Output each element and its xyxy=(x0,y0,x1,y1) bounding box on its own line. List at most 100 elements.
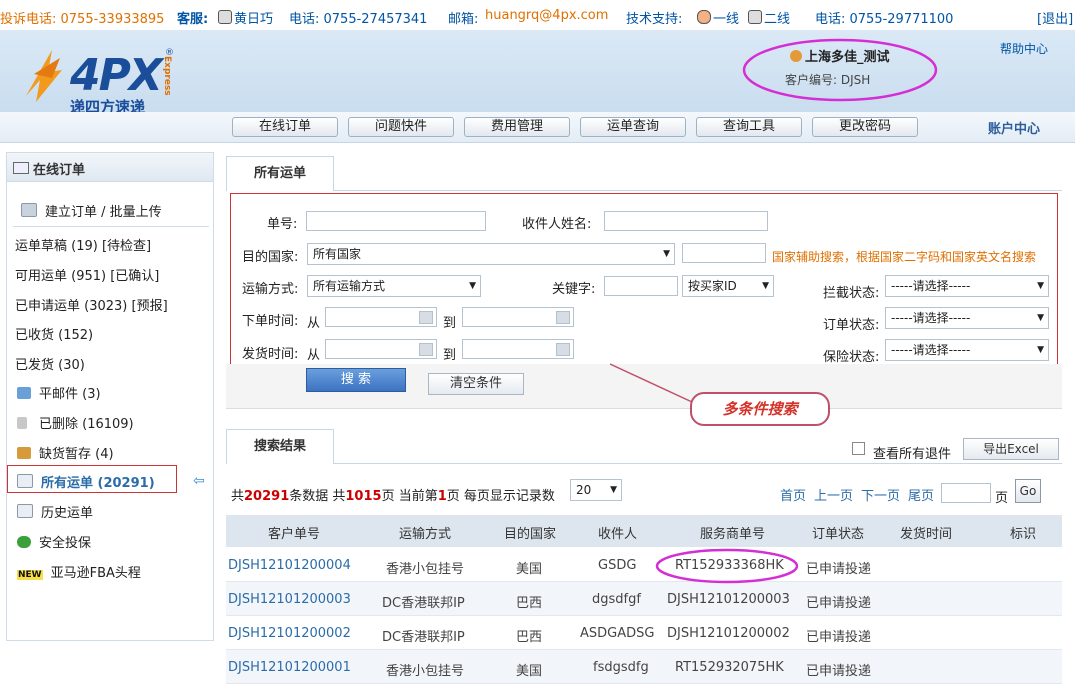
last-page-link[interactable]: 尾页 xyxy=(908,485,934,504)
dropdown-arrow-icon: ▼ xyxy=(1037,345,1044,355)
table-row[interactable]: DJSH12101200003 DC香港联邦IP 巴西 dgsdfgf DJSH… xyxy=(226,582,1062,616)
customer-no-link[interactable]: DJSH12101200001 xyxy=(228,660,351,675)
search-button[interactable]: 搜 索 xyxy=(306,368,406,392)
clear-conditions-button[interactable]: 清空条件 xyxy=(428,373,524,395)
col-dest-country[interactable]: 目的国家 xyxy=(504,523,556,542)
col-order-status[interactable]: 订单状态 xyxy=(812,523,864,542)
order-time-to-input[interactable] xyxy=(462,307,574,327)
nav-online-order[interactable]: 在线订单 xyxy=(232,117,338,137)
order-status-select[interactable]: -----请选择----- ▼ xyxy=(885,307,1049,329)
order-status-cell: 已申请投递 xyxy=(806,562,872,577)
customer-no-link[interactable]: DJSH12101200003 xyxy=(228,592,351,607)
col-customer-no[interactable]: 客户单号 xyxy=(268,523,320,542)
sidebar-create-order[interactable]: 建立订单 / 批量上传 xyxy=(21,201,162,220)
dest-country-select[interactable]: 所有国家 ▼ xyxy=(307,243,675,265)
ship-time-label: 发货时间: xyxy=(242,347,299,362)
sidebar-title: 在线订单 xyxy=(7,153,213,182)
order-time-from-label: 从 xyxy=(307,316,321,331)
page-number-input[interactable] xyxy=(941,483,991,503)
nav-query-tools[interactable]: 查询工具 xyxy=(696,117,802,137)
tab-all-waybills[interactable]: 所有运单 xyxy=(226,156,334,191)
intercept-status-select[interactable]: -----请选择----- ▼ xyxy=(885,275,1049,297)
sidebar-item-history[interactable]: 历史运单 xyxy=(17,502,93,521)
order-time-from-input[interactable] xyxy=(325,307,437,327)
sidebar-item-applied[interactable]: 已申请运单 (3023) [预报] xyxy=(15,295,168,314)
logo: 4PX ® Express 递四方速递 xyxy=(22,44,182,116)
ship-method-cell: DC香港联邦IP xyxy=(382,630,465,645)
go-button[interactable]: Go xyxy=(1015,479,1041,503)
arrow-left-icon: ⇦ xyxy=(193,473,205,489)
table-row[interactable]: DJSH12101200001 香港小包挂号 美国 fsdgsdfg RT152… xyxy=(226,650,1062,684)
service-contact[interactable]: 黄日巧 xyxy=(218,8,273,27)
calendar-icon xyxy=(419,311,433,324)
table-row[interactable]: DJSH12101200004 香港小包挂号 美国 GSDG RT1529333… xyxy=(226,548,1062,582)
ship-method-cell: 香港小包挂号 xyxy=(386,562,465,577)
sidebar-item-insurance[interactable]: 安全投保 xyxy=(17,532,91,551)
sidebar-item-draft[interactable]: 运单草稿 (19) [待检查] xyxy=(15,235,151,254)
col-recipient[interactable]: 收件人 xyxy=(598,523,637,542)
export-excel-button[interactable]: 导出Excel xyxy=(963,438,1059,460)
nav-waybill-query[interactable]: 运单查询 xyxy=(580,117,686,137)
customer-no-link[interactable]: DJSH12101200004 xyxy=(228,558,351,573)
insurance-status-select[interactable]: -----请选择----- ▼ xyxy=(885,339,1049,361)
col-ship-method[interactable]: 运输方式 xyxy=(399,523,451,542)
carrier-no-cell: DJSH12101200002 xyxy=(667,626,790,641)
tech-line2[interactable]: 二线 xyxy=(748,8,790,27)
recipient-input[interactable] xyxy=(604,211,768,231)
customer-no-link[interactable]: DJSH12101200002 xyxy=(228,626,351,641)
col-ship-time[interactable]: 发货时间 xyxy=(900,523,952,542)
sidebar-item-shipped[interactable]: 已发货 (30) xyxy=(15,354,85,373)
ship-time-to-input[interactable] xyxy=(462,339,574,359)
col-flag[interactable]: 标识 xyxy=(1010,523,1036,542)
per-page-select[interactable]: 20 ▼ xyxy=(570,479,622,501)
order-time-to-label: 到 xyxy=(443,316,457,331)
tech-support-label: 技术支持: xyxy=(626,12,683,27)
service-phone: 电话: 0755-27457341 xyxy=(289,12,428,27)
prev-page-link[interactable]: 上一页 xyxy=(814,485,853,504)
sidebar: 在线订单 建立订单 / 批量上传 运单草稿 (19) [待检查] 可用运单 (9… xyxy=(6,152,214,641)
show-returns-checkbox[interactable] xyxy=(852,442,865,455)
sidebar-item-received[interactable]: 已收货 (152) xyxy=(15,324,93,343)
recipient-cell: fsdgsdfg xyxy=(593,660,649,675)
order-no-input[interactable] xyxy=(306,211,486,231)
tech-line1[interactable]: 一线 xyxy=(697,8,739,27)
sidebar-item-surface-mail[interactable]: 平邮件 (3) xyxy=(17,383,101,402)
first-page-link[interactable]: 首页 xyxy=(780,485,806,504)
ship-method-select[interactable]: 所有运输方式 ▼ xyxy=(307,275,481,297)
highlight-ellipse xyxy=(742,38,938,102)
country-search-hint: 国家辅助搜索，根据国家二字码和国家英文名搜索 xyxy=(772,250,1037,264)
total-pages: 1015 xyxy=(345,489,382,504)
help-center-link[interactable]: 帮助中心 xyxy=(1000,40,1048,57)
service-label: 客服: xyxy=(177,12,209,27)
dest-country-cell: 巴西 xyxy=(516,596,543,611)
col-carrier-no[interactable]: 服务商单号 xyxy=(700,523,765,542)
keyword-type-select[interactable]: 按买家ID ▼ xyxy=(682,275,774,297)
tab-search-results[interactable]: 搜索结果 xyxy=(226,429,334,464)
dest-country-cell: 美国 xyxy=(516,664,543,679)
sidebar-item-amazon-fba[interactable]: NEW 亚马逊FBA头程 xyxy=(17,562,141,581)
ship-time-from-input[interactable] xyxy=(325,339,437,359)
logout-link[interactable]: [退出] xyxy=(1037,8,1073,27)
list-icon xyxy=(13,162,29,174)
country-code-input[interactable] xyxy=(682,243,766,263)
sidebar-item-available[interactable]: 可用运单 (951) [已确认] xyxy=(15,265,159,284)
intercept-status-label: 拦截状态: xyxy=(823,286,880,301)
next-page-link[interactable]: 下一页 xyxy=(861,485,900,504)
nav-fee-management[interactable]: 费用管理 xyxy=(464,117,570,137)
account-center-link[interactable]: 账户中心 xyxy=(988,118,1040,137)
nav-change-password[interactable]: 更改密码 xyxy=(812,117,918,137)
order-status-cell: 已申请投递 xyxy=(806,630,872,645)
header: 4PX ® Express 递四方速递 上海多佳_测试 客户编号: DJSH 帮… xyxy=(0,30,1075,116)
nav-problem-parcels[interactable]: 问题快件 xyxy=(348,117,454,137)
current-page: 1 xyxy=(437,489,447,504)
complaint-phone: 投诉电话: 0755-33933895 xyxy=(0,12,165,27)
sidebar-item-deleted[interactable]: 已删除 (16109) xyxy=(17,413,134,432)
upload-icon xyxy=(21,203,37,217)
box-icon xyxy=(17,447,31,459)
email-link[interactable]: huangrq@4px.com xyxy=(485,8,608,23)
sidebar-item-stockout[interactable]: 缺货暂存 (4) xyxy=(17,443,114,462)
table-row[interactable]: DJSH12101200002 DC香港联邦IP 巴西 ASDGADSG DJS… xyxy=(226,616,1062,650)
sidebar-item-all-waybills[interactable]: 所有运单 (20291) xyxy=(17,472,155,491)
dropdown-arrow-icon: ▼ xyxy=(1037,313,1044,323)
keyword-input[interactable] xyxy=(604,276,678,296)
